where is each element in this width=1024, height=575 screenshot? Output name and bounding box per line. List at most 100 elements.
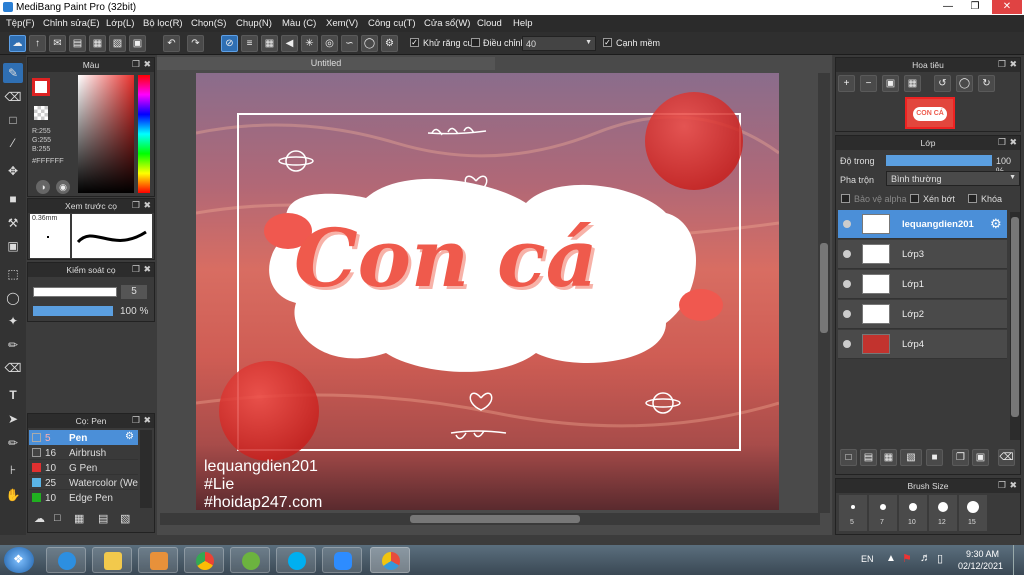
add-layer-menu-icon[interactable]: ▧ xyxy=(900,449,922,466)
select-tool-icon[interactable]: ⬚ xyxy=(3,264,23,284)
lasso-tool-icon[interactable]: ◯ xyxy=(3,288,23,308)
taskbar-skype[interactable] xyxy=(276,547,316,573)
undock-icon[interactable]: ❐ xyxy=(132,415,140,426)
brush-opacity-slider[interactable] xyxy=(33,306,113,316)
snap-off-icon[interactable]: ⊘ xyxy=(221,35,238,52)
menu-cloud[interactable]: Cloud xyxy=(477,18,502,29)
parallel-snap-icon[interactable]: ≡ xyxy=(241,35,258,52)
visibility-icon[interactable] xyxy=(843,220,851,228)
snap-settings-icon[interactable]: ⚙ xyxy=(381,35,398,52)
taskbar-ie[interactable] xyxy=(46,547,86,573)
menu-file[interactable]: Tệp(F) xyxy=(6,18,35,29)
gradient-tool-icon[interactable]: ▣ xyxy=(3,236,23,256)
layers-scrollbar[interactable] xyxy=(1010,212,1020,440)
layer-opacity-slider[interactable] xyxy=(886,155,992,166)
layer-row[interactable]: lequangdien201 ⚙ xyxy=(838,210,1007,239)
taskbar-medibang[interactable] xyxy=(370,547,410,573)
undock-icon[interactable]: ❐ xyxy=(998,59,1006,70)
new-layer-icon[interactable]: □ xyxy=(840,449,857,466)
delete-layer-icon[interactable]: ⌫ xyxy=(998,449,1015,466)
gear-icon[interactable]: ⚙ xyxy=(125,431,134,442)
close-icon[interactable]: ✖ xyxy=(143,200,151,211)
brush-list-scrollbar[interactable] xyxy=(140,430,152,508)
crisscross-snap-icon[interactable]: ▦ xyxy=(261,35,278,52)
actual-size-icon[interactable]: ▦ xyxy=(904,75,921,92)
menu-layer[interactable]: Lớp(L) xyxy=(106,18,134,29)
clock-time[interactable]: 9:30 AM xyxy=(966,549,999,559)
vanishing-snap-icon[interactable]: ◀ xyxy=(281,35,298,52)
brush-size-option[interactable]: 7 xyxy=(869,495,897,531)
taskbar-media[interactable] xyxy=(138,547,178,573)
grid-icon[interactable]: ▣ xyxy=(129,35,146,52)
operation-tool-icon[interactable]: ➤ xyxy=(3,409,23,429)
close-window-button[interactable]: ✕ xyxy=(992,0,1022,14)
rect-tool-icon[interactable]: □ xyxy=(3,110,23,130)
tray-expand-icon[interactable]: ▲ xyxy=(886,553,896,564)
adjust-checkbox[interactable] xyxy=(471,38,480,47)
brush-tool-icon[interactable]: ✎ xyxy=(3,63,23,83)
ellipse-snap-icon[interactable]: ◯ xyxy=(361,35,378,52)
close-icon[interactable]: ✖ xyxy=(143,415,151,426)
add-brush-icon[interactable]: ▦ xyxy=(74,512,84,525)
visibility-icon[interactable] xyxy=(843,250,851,258)
color-picker-area[interactable] xyxy=(78,75,134,193)
move-tool-icon[interactable]: ✥ xyxy=(3,161,23,181)
bucket-tool-icon[interactable]: ⚒ xyxy=(3,213,23,233)
brush-size-option[interactable]: 15 xyxy=(959,495,987,531)
close-icon[interactable]: ✖ xyxy=(143,59,151,70)
language-indicator[interactable]: EN xyxy=(861,554,874,564)
brush-item-pen[interactable]: 5 Pen ⚙ xyxy=(29,430,138,445)
select-pen-icon[interactable]: ✏ xyxy=(3,335,23,355)
select-eraser-icon[interactable]: ⌫ xyxy=(3,358,23,378)
menu-select[interactable]: Chọn(S) xyxy=(191,18,226,29)
brush-item-g-pen[interactable]: 10 G Pen xyxy=(29,460,138,475)
brush-item-airbrush[interactable]: 16 Airbrush xyxy=(29,445,138,460)
layer-row[interactable]: Lớp4 xyxy=(838,330,1007,359)
tab-untitled[interactable]: Untitled xyxy=(157,57,495,70)
horizontal-scrollbar[interactable] xyxy=(160,513,820,525)
menu-color[interactable]: Màu (C) xyxy=(282,18,316,29)
magic-wand-icon[interactable]: ✦ xyxy=(3,311,23,331)
close-icon[interactable]: ✖ xyxy=(143,264,151,275)
upload-icon[interactable]: ↑ xyxy=(29,35,46,52)
clock-date[interactable]: 02/12/2021 xyxy=(958,561,1003,571)
close-icon[interactable]: ✖ xyxy=(1009,59,1017,70)
undock-icon[interactable]: ❐ xyxy=(132,59,140,70)
palette-icon[interactable]: ◑ xyxy=(36,180,50,194)
curve-snap-icon[interactable]: ∽ xyxy=(341,35,358,52)
gear-icon[interactable]: ⚙ xyxy=(990,216,1002,232)
menu-filter[interactable]: Bộ lọc(R) xyxy=(143,18,183,29)
show-desktop-button[interactable] xyxy=(1013,545,1024,575)
soft-edge-checkbox[interactable]: ✓ xyxy=(603,38,612,47)
rotate-reset-icon[interactable]: ◯ xyxy=(956,75,973,92)
visibility-icon[interactable] xyxy=(843,280,851,288)
visibility-icon[interactable] xyxy=(843,340,851,348)
layer-row[interactable]: Lớp1 xyxy=(838,270,1007,299)
copy-brush-icon[interactable]: ▤ xyxy=(98,512,108,525)
network-icon[interactable]: ▯ xyxy=(937,552,943,565)
brush-item-edge-pen[interactable]: 10 Edge Pen xyxy=(29,490,138,505)
vertical-scroll-thumb[interactable] xyxy=(820,243,828,333)
undock-icon[interactable]: ❐ xyxy=(998,137,1006,148)
vertical-scrollbar[interactable] xyxy=(818,73,830,513)
layer-row[interactable]: Lớp2 xyxy=(838,300,1007,329)
antivirus-icon[interactable]: ⚑ xyxy=(902,552,912,565)
navigator-thumbnail[interactable]: CON CÁ xyxy=(905,97,955,129)
cloud-brush-icon[interactable]: ☁ xyxy=(34,512,45,525)
close-icon[interactable]: ✖ xyxy=(1009,480,1017,491)
document-icon[interactable]: ▤ xyxy=(69,35,86,52)
minimize-button[interactable]: — xyxy=(935,0,961,14)
text-tool-icon[interactable]: T xyxy=(3,385,23,405)
zoom-out-icon[interactable]: − xyxy=(860,75,877,92)
menu-view[interactable]: Xem(V) xyxy=(326,18,358,29)
pages-icon[interactable]: ▧ xyxy=(109,35,126,52)
transparent-swatch[interactable] xyxy=(34,106,48,120)
lock-checkbox[interactable] xyxy=(968,194,977,203)
cloud-icon[interactable]: ☁ xyxy=(9,35,26,52)
rotate-left-icon[interactable]: ↺ xyxy=(934,75,951,92)
dropper-tool-icon[interactable]: ⊦ xyxy=(3,460,23,480)
visibility-icon[interactable] xyxy=(843,310,851,318)
horizontal-scroll-thumb[interactable] xyxy=(410,515,580,523)
maximize-button[interactable]: ❐ xyxy=(962,0,988,14)
fit-window-icon[interactable]: ▣ xyxy=(882,75,899,92)
